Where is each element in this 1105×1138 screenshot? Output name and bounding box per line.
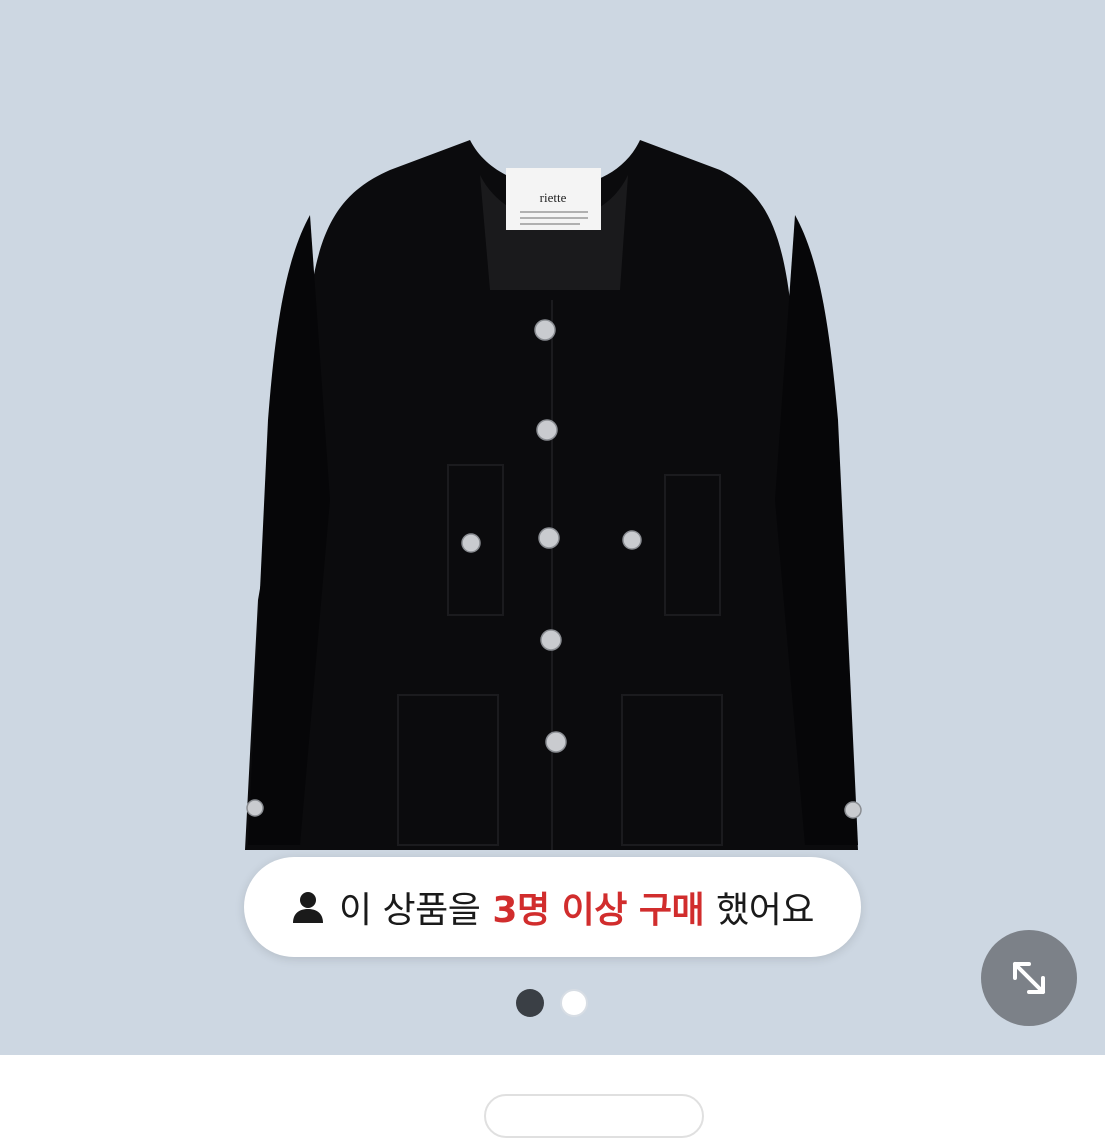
carousel-dot-2[interactable] bbox=[560, 989, 588, 1017]
expand-button[interactable] bbox=[981, 930, 1077, 1026]
bottom-tab-pill[interactable] bbox=[484, 1094, 704, 1138]
expand-icon bbox=[1013, 962, 1045, 994]
badge-suffix: 했어요 bbox=[716, 890, 815, 931]
brand-label: riette bbox=[540, 190, 567, 205]
user-icon bbox=[291, 890, 325, 924]
carousel-dot-1[interactable] bbox=[516, 989, 544, 1017]
badge-highlight: 3명 이상 구매 bbox=[492, 890, 705, 931]
carousel-indicator bbox=[516, 989, 588, 1017]
purchase-count-badge: 이 상품을 3명 이상 구매 했어요 bbox=[244, 857, 861, 957]
badge-prefix: 이 상품을 bbox=[338, 890, 481, 931]
